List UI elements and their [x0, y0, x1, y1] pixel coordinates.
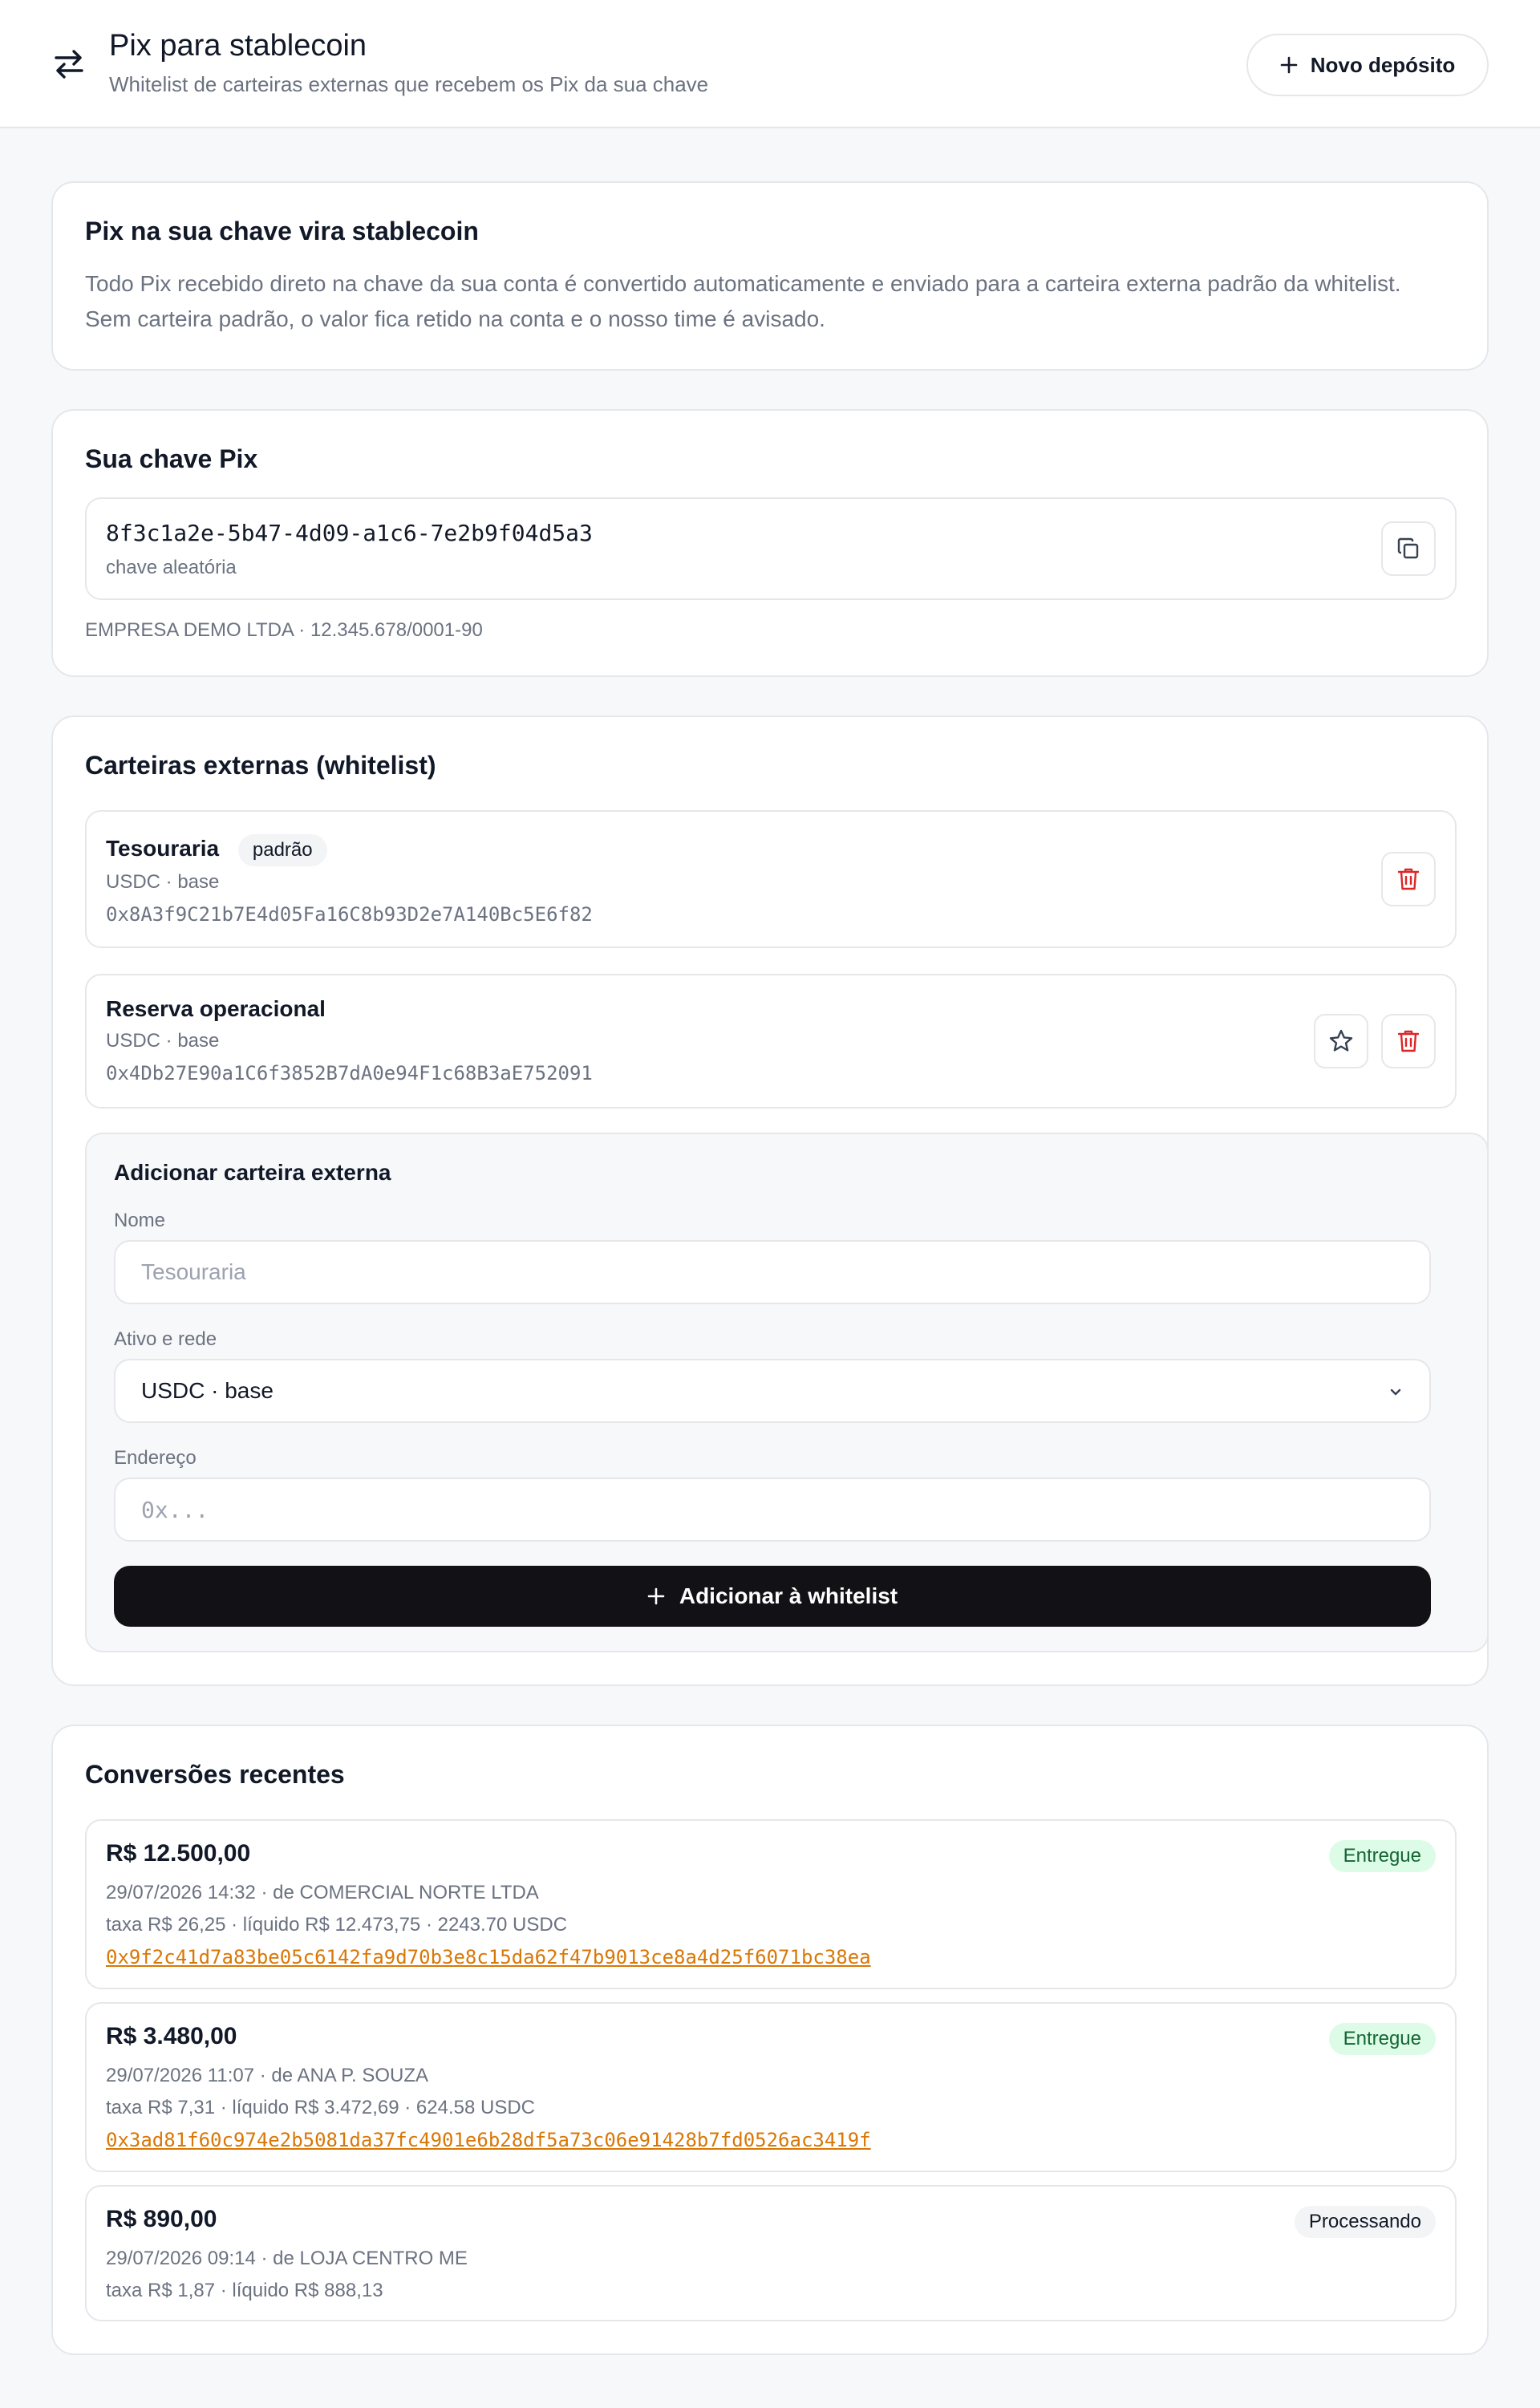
arrows-left-right-icon [55, 50, 83, 79]
conversion-origin: 29/07/2026 11:07 · de ANA P. SOUZA [106, 2065, 429, 2086]
conversion-fees: taxa R$ 1,87 · líquido R$ 888,13 [106, 2280, 383, 2301]
delete-wallet-button[interactable] [1381, 852, 1436, 906]
plus-icon [1280, 56, 1298, 74]
page-subtitle: Whitelist de carteiras externas que rece… [109, 72, 709, 96]
star-icon [1329, 1029, 1353, 1052]
add-to-whitelist-label: Adicionar à whitelist [679, 1583, 898, 1608]
transaction-hash-link[interactable]: 0x9f2c41d7a83be05c6142fa9d70b3e8c15da62f… [106, 1946, 871, 1968]
intro-card: Pix na sua chave vira stablecoin Todo Pi… [51, 181, 1489, 371]
asset-select-value: USDC · base [141, 1378, 274, 1403]
wallet-item: Reserva operacional USDC · base 0x4Db27E… [85, 974, 1457, 1109]
wallet-network: USDC · base [106, 871, 220, 893]
wallet-name-text: Tesouraria [106, 836, 220, 861]
name-input[interactable] [114, 1240, 1431, 1304]
pix-key-value: 8f3c1a2e-5b47-4d09-a1c6-7e2b9f04d5a3 [106, 520, 593, 546]
delete-wallet-button[interactable] [1381, 1014, 1436, 1068]
add-wallet-title: Adicionar carteira externa [114, 1160, 391, 1185]
intro-title: Pix na sua chave vira stablecoin [85, 217, 479, 245]
transaction-hash-link[interactable]: 0x3ad81f60c974e2b5081da37fc4901e6b28df5a… [106, 2129, 871, 2151]
conversion-amount: R$ 12.500,00 [106, 1840, 251, 1867]
conversion-item: R$ 890,00 Processando 29/07/2026 09:14 ·… [85, 2185, 1457, 2321]
add-to-whitelist-button[interactable]: Adicionar à whitelist [114, 1566, 1431, 1627]
wallet-name: Reserva operacional [106, 996, 326, 1021]
wallet-address: 0x8A3f9C21b7E4d05Fa16C8b93D2e7A140Bc5E6f… [106, 903, 593, 926]
trash-icon [1397, 868, 1420, 890]
pix-key-owner: EMPRESA DEMO LTDA · 12.345.678/0001-90 [85, 619, 483, 641]
wallet-item: Tesouraria padrão USDC · base 0x8A3f9C21… [85, 810, 1457, 948]
wallets-card: Carteiras externas (whitelist) Tesourari… [51, 716, 1489, 1686]
chevron-down-icon [1390, 1388, 1401, 1396]
wallet-network: USDC · base [106, 1030, 220, 1052]
status-badge: Entregue [1328, 1840, 1436, 1872]
conversion-origin: 29/07/2026 14:32 · de COMERCIAL NORTE LT… [106, 1882, 539, 1903]
new-deposit-label: Novo depósito [1310, 52, 1456, 77]
pix-key-type: chave aleatória [106, 557, 237, 578]
status-badge: Entregue [1328, 2023, 1436, 2055]
conversions-title: Conversões recentes [85, 1760, 345, 1789]
pix-key-card: Sua chave Pix 8f3c1a2e-5b47-4d09-a1c6-7e… [51, 409, 1489, 677]
wallets-title: Carteiras externas (whitelist) [85, 751, 436, 780]
asset-label: Ativo e rede [114, 1328, 217, 1350]
conversion-item: R$ 12.500,00 Entregue 29/07/2026 14:32 ·… [85, 1819, 1457, 1989]
default-badge: padrão [237, 834, 327, 866]
address-input[interactable] [114, 1478, 1431, 1542]
pix-key-title: Sua chave Pix [85, 444, 258, 473]
address-label: Endereço [114, 1447, 197, 1469]
conversion-fees: taxa R$ 26,25 · líquido R$ 12.473,75 · 2… [106, 1914, 568, 1936]
wallet-address: 0x4Db27E90a1C6f3852B7dA0e94F1c68B3aE7520… [106, 1062, 593, 1084]
set-default-button[interactable] [1314, 1014, 1368, 1068]
copy-key-button[interactable] [1381, 521, 1436, 576]
copy-icon [1397, 537, 1419, 559]
wallet-name: Tesouraria padrão [106, 834, 327, 866]
conversion-item: R$ 3.480,00 Entregue 29/07/2026 11:07 · … [85, 2002, 1457, 2172]
conversions-card: Conversões recentes R$ 12.500,00 Entregu… [51, 1725, 1489, 2355]
new-deposit-button[interactable]: Novo depósito [1246, 34, 1489, 96]
conversion-amount: R$ 3.480,00 [106, 2023, 237, 2049]
page-header: Pix para stablecoin Whitelist de carteir… [0, 0, 1540, 128]
asset-select[interactable]: USDC · base [114, 1359, 1431, 1423]
page-title: Pix para stablecoin [109, 29, 367, 63]
plus-icon [647, 1587, 665, 1605]
intro-line-2: Sem carteira padrão, o valor fica retido… [85, 306, 825, 331]
conversion-amount: R$ 890,00 [106, 2206, 217, 2232]
name-label: Nome [114, 1210, 166, 1231]
add-wallet-form: Adicionar carteira externa Nome Ativo e … [85, 1133, 1489, 1652]
status-badge: Processando [1294, 2206, 1436, 2238]
pix-key-box: 8f3c1a2e-5b47-4d09-a1c6-7e2b9f04d5a3 cha… [85, 497, 1457, 600]
intro-line-1: Todo Pix recebido direto na chave da sua… [85, 271, 1401, 296]
trash-icon [1397, 1030, 1420, 1052]
conversion-fees: taxa R$ 7,31 · líquido R$ 3.472,69 · 624… [106, 2097, 535, 2118]
conversion-origin: 29/07/2026 09:14 · de LOJA CENTRO ME [106, 2248, 468, 2269]
